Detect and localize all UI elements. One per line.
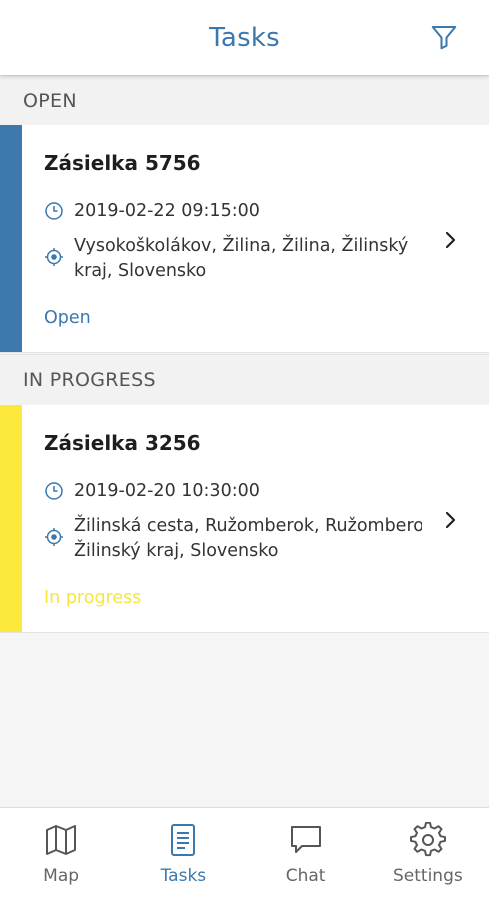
status-stripe xyxy=(0,405,22,632)
location-target-icon xyxy=(45,528,63,546)
nav-item-map[interactable]: Map xyxy=(0,808,122,900)
task-card-open[interactable]: Zásielka 5756 2019-02-22 09:15:00 Vysoko… xyxy=(0,125,489,353)
nav-label-settings: Settings xyxy=(393,866,463,886)
task-address-row: Vysokoškolákov, Žilina, Žilina, Žilinský… xyxy=(44,234,422,284)
nav-item-settings[interactable]: Settings xyxy=(367,808,489,900)
gear-icon xyxy=(409,822,446,857)
task-datetime-row: 2019-02-20 10:30:00 xyxy=(44,479,260,504)
task-address-line2: kraj, Slovensko xyxy=(74,261,207,281)
task-datetime-row: 2019-02-22 09:15:00 xyxy=(44,199,260,224)
nav-label-chat: Chat xyxy=(285,866,326,886)
chevron-right-icon xyxy=(445,511,456,529)
task-status: In progress xyxy=(44,588,142,608)
chat-icon xyxy=(290,826,321,853)
nav-item-chat[interactable]: Chat xyxy=(245,808,367,900)
section-header-in-progress: IN PROGRESS xyxy=(0,354,489,404)
task-status: Open xyxy=(44,308,91,328)
nav-label-tasks: Tasks xyxy=(160,866,207,886)
bottom-nav: Map Tasks Chat Settings xyxy=(0,807,489,900)
task-address-line1: Žilinská cesta, Ružomberok, Ružomberok, xyxy=(74,516,422,536)
task-title: Zásielka 5756 xyxy=(44,151,201,175)
chevron-right-icon xyxy=(445,231,456,249)
status-stripe xyxy=(0,125,22,352)
location-target-icon xyxy=(45,248,63,266)
task-address: Žilinská cesta, Ružomberok, Ružomberok, … xyxy=(74,514,422,564)
task-datetime: 2019-02-22 09:15:00 xyxy=(74,201,260,221)
task-datetime: 2019-02-20 10:30:00 xyxy=(74,481,260,501)
task-card-in-progress[interactable]: Zásielka 3256 2019-02-20 10:30:00 Žilins… xyxy=(0,405,489,633)
clock-icon xyxy=(45,202,63,220)
filter-icon xyxy=(431,26,457,50)
task-title: Zásielka 3256 xyxy=(44,431,201,455)
task-address-line1: Vysokoškolákov, Žilina, Žilina, Žilinský xyxy=(74,236,409,256)
clock-icon xyxy=(45,482,63,500)
app-header: Tasks xyxy=(0,0,489,75)
nav-label-map: Map xyxy=(43,866,80,886)
filter-button[interactable] xyxy=(427,20,461,54)
tasks-icon xyxy=(171,824,196,856)
page-title: Tasks xyxy=(209,22,280,53)
nav-item-tasks[interactable]: Tasks xyxy=(122,808,244,900)
section-header-open: OPEN xyxy=(0,75,489,125)
task-address: Vysokoškolákov, Žilina, Žilina, Žilinský… xyxy=(74,234,422,284)
task-address-row: Žilinská cesta, Ružomberok, Ružomberok, … xyxy=(44,514,422,564)
app: Tasks OPEN Zásielka 5756 2019-02-22 09:1… xyxy=(0,0,489,900)
task-address-line2: Žilinský kraj, Slovensko xyxy=(74,541,279,561)
map-icon xyxy=(46,825,77,855)
